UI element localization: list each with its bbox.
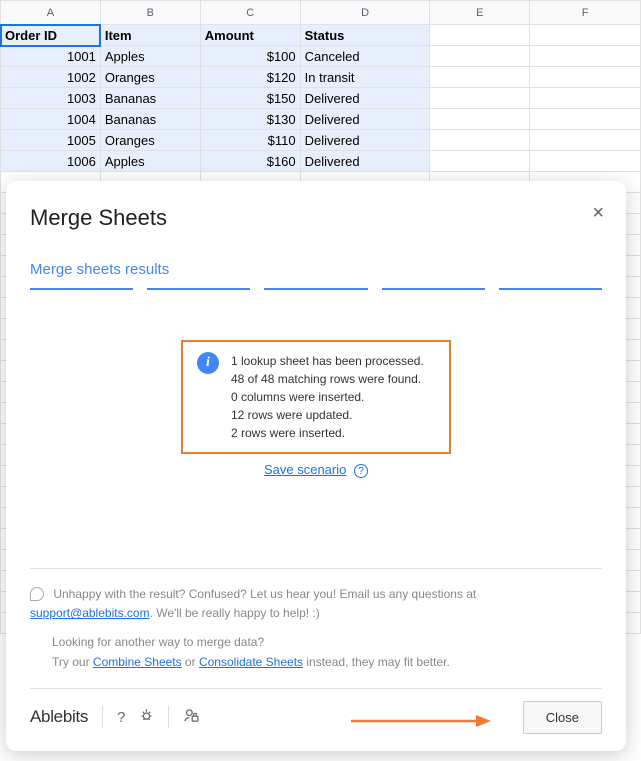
close-icon[interactable]: × [592, 203, 604, 223]
table-row: 1001Apples$100Canceled [1, 46, 641, 67]
dialog-subtitle: Merge sheets results [30, 261, 602, 278]
column-header-row: A B C D E F [1, 1, 641, 25]
result-line: 1 lookup sheet has been processed. [231, 352, 424, 370]
col-header-c[interactable]: C [200, 1, 300, 25]
col-header-d[interactable]: D [300, 1, 430, 25]
footer-help-text: Unhappy with the result? Confused? Let u… [30, 568, 602, 672]
table-row: 1002Oranges$120In transit [1, 67, 641, 88]
result-summary-box: i 1 lookup sheet has been processed. 48 … [181, 340, 451, 454]
save-scenario-link[interactable]: Save scenario [264, 462, 346, 477]
table-header-row: Order ID Item Amount Status [1, 25, 641, 46]
help-question-icon[interactable]: ? [117, 709, 125, 726]
table-row: 1004Bananas$130Delivered [1, 109, 641, 130]
support-email-link[interactable]: support@ablebits.com [30, 606, 150, 620]
chat-icon [30, 587, 44, 601]
progress-steps [30, 288, 602, 290]
cell-d1[interactable]: Status [300, 25, 430, 46]
cell-f1[interactable] [530, 25, 641, 46]
cell-c1[interactable]: Amount [200, 25, 300, 46]
user-lock-icon[interactable] [183, 707, 200, 728]
cell-b1[interactable]: Item [100, 25, 200, 46]
col-header-a[interactable]: A [1, 1, 101, 25]
close-button[interactable]: Close [523, 701, 602, 734]
col-header-b[interactable]: B [100, 1, 200, 25]
result-lines: 1 lookup sheet has been processed. 48 of… [231, 352, 424, 442]
col-header-f[interactable]: F [530, 1, 641, 25]
consolidate-sheets-link[interactable]: Consolidate Sheets [199, 655, 303, 669]
save-scenario-row: Save scenario ? [30, 462, 602, 478]
cell-a1[interactable]: Order ID [1, 25, 101, 46]
merge-sheets-dialog: Merge Sheets × Merge sheets results i 1 … [6, 181, 626, 751]
result-line: 0 columns were inserted. [231, 388, 424, 406]
bug-icon[interactable] [139, 708, 154, 727]
table-row: 1006Apples$160Delivered [1, 151, 641, 172]
result-line: 2 rows were inserted. [231, 424, 424, 442]
result-line: 12 rows were updated. [231, 406, 424, 424]
combine-sheets-link[interactable]: Combine Sheets [93, 655, 182, 669]
dialog-bottom-bar: Ablebits ? Close [30, 688, 602, 746]
table-row: 1003Bananas$150Delivered [1, 88, 641, 109]
brand-label: Ablebits [30, 707, 88, 727]
col-header-e[interactable]: E [430, 1, 530, 25]
info-icon: i [197, 352, 219, 374]
table-row: 1005Oranges$110Delivered [1, 130, 641, 151]
help-icon[interactable]: ? [354, 464, 368, 478]
cell-e1[interactable] [430, 25, 530, 46]
dialog-title: Merge Sheets [30, 205, 602, 231]
result-line: 48 of 48 matching rows were found. [231, 370, 424, 388]
